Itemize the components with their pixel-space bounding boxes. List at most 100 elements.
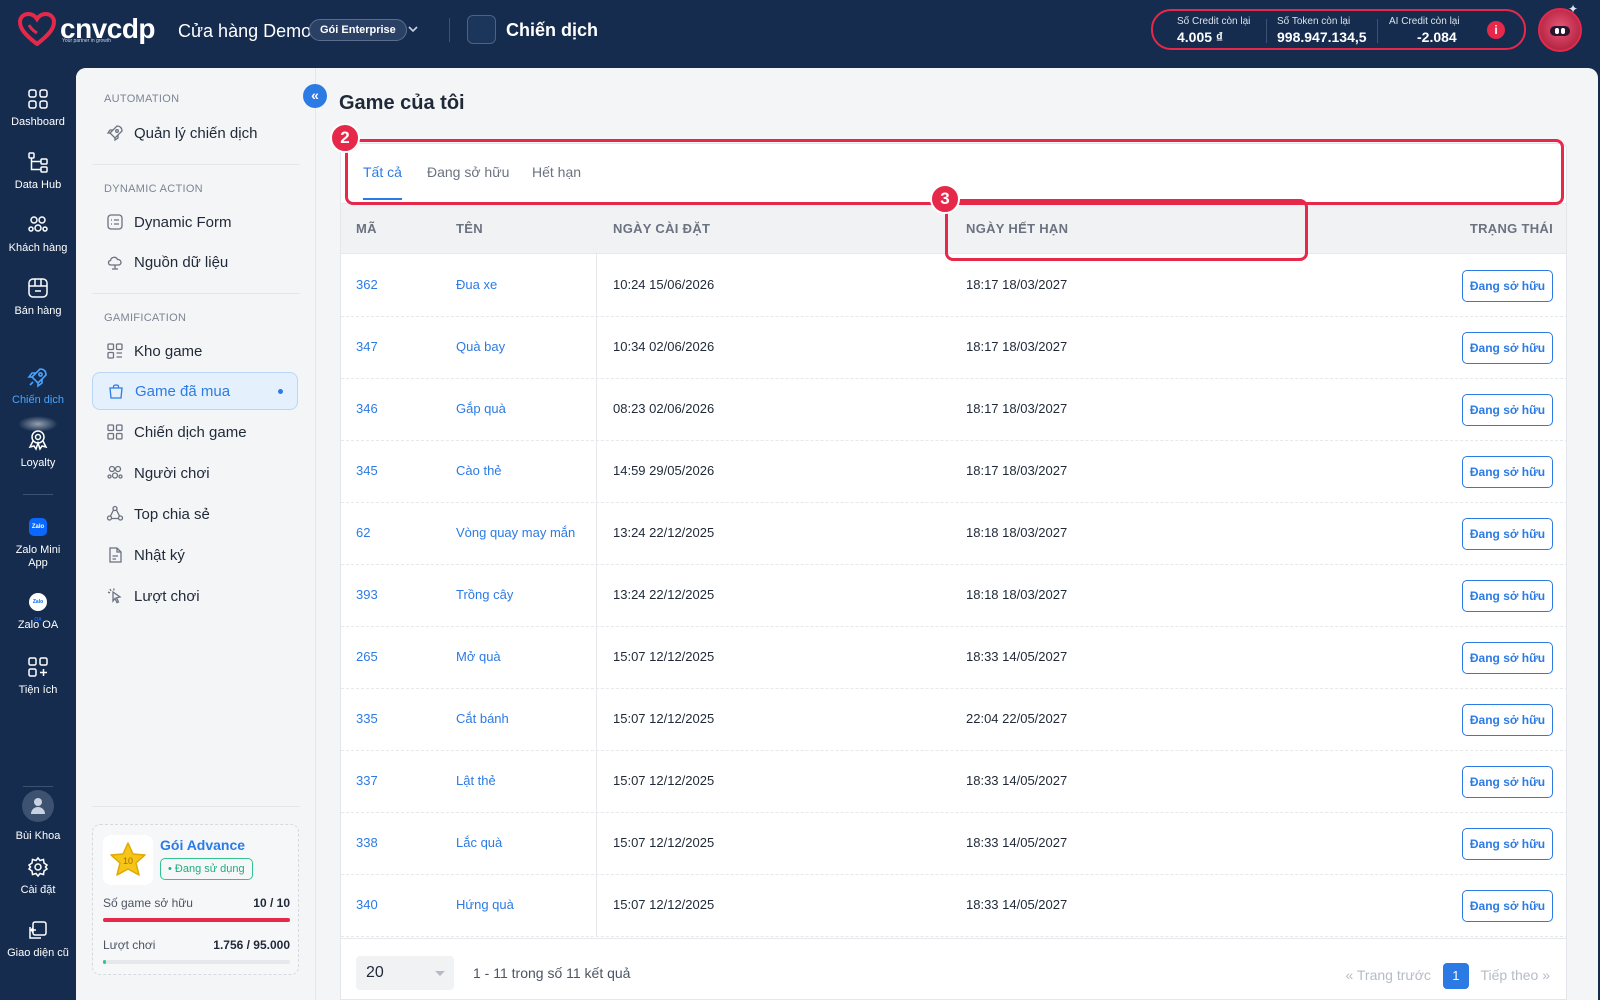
game-name-link[interactable]: Hứng quà [456, 897, 514, 912]
nav-section-title: DYNAMIC ACTION [104, 183, 203, 195]
status-badge-button[interactable]: Đang sở hữu [1462, 518, 1553, 550]
credit-summary[interactable]: Số Credit còn lại 4.005 ₫ Số Token còn l… [1151, 9, 1526, 50]
nav-item-game-campaigns[interactable]: Chiến dịch game [92, 413, 298, 451]
rail-item-settings[interactable]: Cài đặt [0, 856, 76, 897]
column-header-id[interactable]: MÃ [356, 221, 377, 236]
info-icon[interactable]: i [1487, 21, 1505, 39]
nav-section-title: GAMIFICATION [104, 312, 187, 324]
sales-icon [28, 278, 48, 298]
installed-date: 08:23 02/06/2026 [613, 401, 715, 416]
rail-item-old-ui[interactable]: Giao diện cũ [0, 919, 76, 960]
game-id-link[interactable]: 337 [356, 773, 378, 788]
installed-date: 15:07 12/12/2025 [613, 835, 715, 850]
nav-item-logs[interactable]: Nhật ký [92, 536, 298, 574]
game-name-link[interactable]: Trồng cây [456, 587, 513, 602]
annotation-badge: 3 [930, 184, 960, 214]
credit-divider [1377, 19, 1378, 43]
table-row: 335 Cắt bánh 15:07 12/12/2025 22:04 22/05/2… [341, 689, 1566, 751]
rail-divider [23, 786, 53, 787]
status-badge-button[interactable]: Đang sở hữu [1462, 394, 1553, 426]
form-icon [107, 214, 123, 230]
column-header-name[interactable]: TÊN [456, 221, 483, 236]
nav-item-data-source[interactable]: Nguồn dữ liệu [92, 243, 298, 281]
game-id-link[interactable]: 338 [356, 835, 378, 850]
plays-row: Lượt chơi 1.756 / 95.000 [103, 938, 290, 952]
game-name-link[interactable]: Đua xe [456, 277, 497, 292]
status-badge-button[interactable]: Đang sở hữu [1462, 766, 1553, 798]
game-id-link[interactable]: 345 [356, 463, 378, 478]
owned-games-progress-fill [103, 918, 290, 922]
chevron-down-icon[interactable] [406, 22, 420, 36]
rail-item-user[interactable]: Bùi Khoa [0, 790, 76, 843]
utilities-icon [28, 657, 48, 677]
nav-item-plays[interactable]: Lượt chơi [92, 577, 298, 615]
rail-item-sales[interactable]: Bán hàng [0, 277, 76, 318]
prev-page-button[interactable]: « Trang trước [1345, 967, 1430, 983]
status-badge-button[interactable]: Đang sở hữu [1462, 580, 1553, 612]
game-id-link[interactable]: 62 [356, 525, 370, 540]
game-name-link[interactable]: Vòng quay may mắn [456, 525, 575, 540]
status-badge-button[interactable]: Đang sở hữu [1462, 642, 1553, 674]
nav-item-players[interactable]: Người chơi [92, 454, 298, 492]
rail-item-zalo-oa[interactable]: Zalo OA Zalo OA [0, 593, 76, 632]
expiry-date: 18:33 14/05/2027 [966, 649, 1068, 664]
plan-name[interactable]: Gói Advance [160, 837, 245, 853]
rail-item-utilities[interactable]: Tiện ích [0, 656, 76, 697]
rail-item-zalo-mini-app[interactable]: Zalo Zalo Mini App [0, 518, 76, 570]
status-badge-button[interactable]: Đang sở hữu [1462, 828, 1553, 860]
rail-item-data-hub[interactable]: Data Hub [0, 151, 76, 192]
gear-icon [27, 856, 49, 878]
current-page-button[interactable]: 1 [1442, 963, 1469, 989]
nav-item-dynamic-form[interactable]: Dynamic Form [92, 203, 298, 241]
rail-label: Loyalty [20, 457, 56, 469]
game-name-link[interactable]: Mở quà [456, 649, 501, 664]
game-id-link[interactable]: 362 [356, 277, 378, 292]
nav-item-campaign-management[interactable]: Quản lý chiến dịch [92, 114, 298, 152]
rail-item-loyalty[interactable]: Loyalty [0, 429, 76, 470]
status-badge-button[interactable]: Đang sở hữu [1462, 332, 1553, 364]
nav-item-game-store[interactable]: Kho game [92, 332, 298, 370]
collapse-sidebar-button[interactable]: « [303, 84, 327, 108]
expiry-date: 18:18 18/03/2027 [966, 525, 1068, 540]
game-id-link[interactable]: 265 [356, 649, 378, 664]
game-name-link[interactable]: Lật thẻ [456, 773, 496, 788]
game-id-link[interactable]: 347 [356, 339, 378, 354]
ai-credit-value: -2.084 [1417, 29, 1457, 45]
expiry-date: 18:17 18/03/2027 [966, 463, 1068, 478]
plays-progress-fill [103, 960, 107, 964]
credit-label: Số Credit còn lại [1177, 16, 1251, 27]
token-value: 998.947.134,5 [1277, 29, 1367, 45]
credit-value: 4.005 ₫ [1177, 29, 1224, 45]
game-name-link[interactable]: Quà bay [456, 339, 505, 354]
rail-item-campaigns[interactable]: Chiến dịch [0, 366, 76, 407]
status-badge-button[interactable]: Đang sở hữu [1462, 890, 1553, 922]
game-name-link[interactable]: Cắt bánh [456, 711, 509, 726]
installed-date: 14:59 29/05/2026 [613, 463, 715, 478]
game-name-link[interactable]: Gắp quà [456, 401, 506, 416]
status-badge-button[interactable]: Đang sở hữu [1462, 704, 1553, 736]
expiry-date: 18:17 18/03/2027 [966, 401, 1068, 416]
game-id-link[interactable]: 346 [356, 401, 378, 416]
page-size-select[interactable]: 20 [356, 956, 454, 990]
column-header-status[interactable]: TRẠNG THÁI [1470, 221, 1553, 236]
store-name[interactable]: Cửa hàng Demo [178, 19, 311, 43]
rail-item-dashboard[interactable]: Dashboard [0, 88, 76, 129]
players-icon [107, 465, 123, 479]
pagination: « Trang trước 1 Tiếp theo » [1345, 963, 1550, 989]
column-header-installed-date[interactable]: NGÀY CÀI ĐẶT [613, 221, 710, 236]
game-id-link[interactable]: 340 [356, 897, 378, 912]
game-id-link[interactable]: 335 [356, 711, 378, 726]
next-page-button[interactable]: Tiếp theo » [1480, 967, 1550, 983]
user-name: Bùi Khoa [15, 830, 61, 842]
status-badge-button[interactable]: Đang sở hữu [1462, 456, 1553, 488]
nav-label: Game đã mua [135, 382, 231, 400]
rail-item-customers[interactable]: Khách hàng [0, 214, 76, 255]
nav-item-purchased-games[interactable]: Game đã mua [92, 372, 298, 410]
nav-item-top-shares[interactable]: Top chia sẻ [92, 495, 298, 533]
game-id-link[interactable]: 393 [356, 587, 378, 602]
game-name-link[interactable]: Cào thẻ [456, 463, 502, 478]
game-name-link[interactable]: Lắc quà [456, 835, 502, 850]
nav-label: Dynamic Form [134, 213, 232, 231]
status-badge-button[interactable]: Đang sở hữu [1462, 270, 1553, 302]
expiry-date: 22:04 22/05/2027 [966, 711, 1068, 726]
